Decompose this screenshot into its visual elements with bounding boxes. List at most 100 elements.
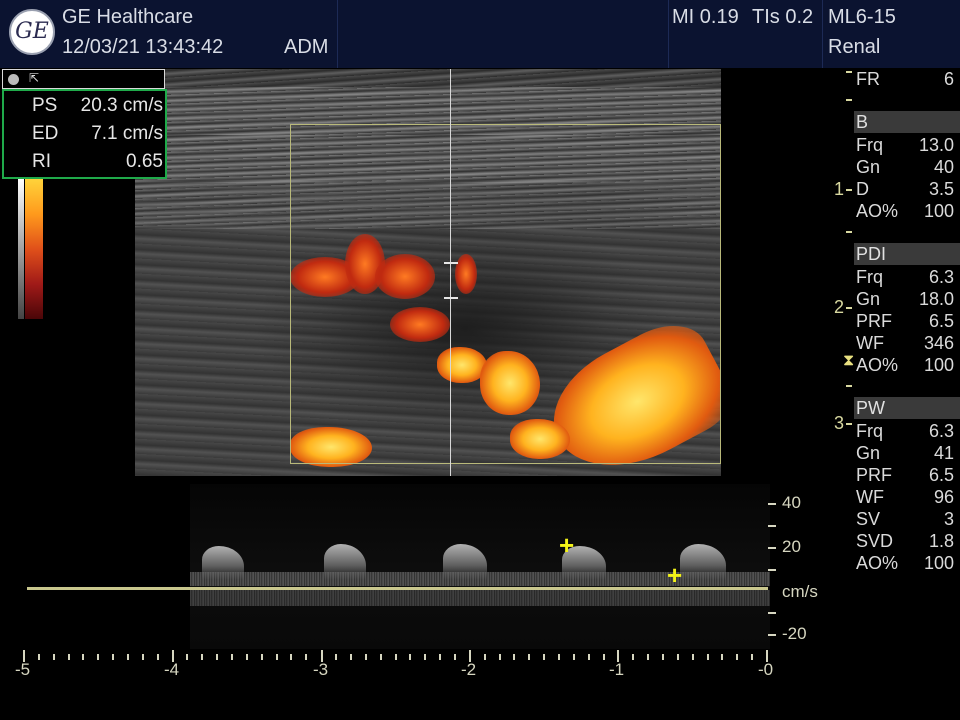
time-minor-tick xyxy=(394,654,397,660)
section-pw-header: PW xyxy=(854,397,960,419)
probe-name: ML6-15 xyxy=(828,6,896,28)
systolic-peak xyxy=(680,544,726,580)
ri-value: 0.65 xyxy=(126,151,163,172)
time-minor-tick xyxy=(127,654,130,660)
sample-gate-bottom[interactable] xyxy=(444,297,458,299)
color-roi-box[interactable] xyxy=(290,124,721,464)
time-minor-tick xyxy=(736,654,739,660)
time-minor-tick xyxy=(97,654,100,660)
systolic-peak xyxy=(324,544,366,580)
preset-name: Renal xyxy=(828,36,881,58)
time-minor-tick xyxy=(543,654,546,660)
depth-mark-1: 1 xyxy=(834,179,845,199)
spectral-baseline xyxy=(27,587,768,590)
time-minor-tick xyxy=(141,654,144,660)
time-minor-tick xyxy=(364,654,367,660)
depth-tick xyxy=(846,99,852,101)
time-minor-tick xyxy=(349,654,352,660)
depth-tick xyxy=(846,385,852,387)
time-minor-tick xyxy=(260,654,263,660)
time-minor-tick xyxy=(245,654,248,660)
time-minor-tick xyxy=(513,654,516,660)
velocity-tick xyxy=(768,503,776,505)
measurement-results: PS 20.3 cm/s ED 7.1 cm/s RI 0.65 xyxy=(2,89,167,179)
ps-caliper[interactable]: + xyxy=(559,532,574,558)
velocity-tick xyxy=(768,547,776,549)
time-label: -3 xyxy=(313,660,329,679)
time-minor-tick xyxy=(424,654,427,660)
depth-tick xyxy=(846,231,852,233)
fr-label: FR xyxy=(856,69,880,89)
ed-value: 7.1 cm/s xyxy=(91,123,163,144)
depth-tick xyxy=(846,307,852,309)
velocity-tick xyxy=(768,634,776,636)
header-divider xyxy=(822,0,823,68)
time-minor-tick xyxy=(647,654,650,660)
fr-value: 6 xyxy=(943,69,954,89)
time-minor-tick xyxy=(706,654,709,660)
header-bar: GE GE Healthcare 12/03/21 13:43:42 ADM M… xyxy=(0,0,960,68)
time-minor-tick xyxy=(483,654,486,660)
time-minor-tick xyxy=(201,654,204,660)
time-minor-tick xyxy=(587,654,590,660)
spectral-doppler-trace[interactable] xyxy=(190,484,770,649)
section-pdi-header: PDI xyxy=(854,243,960,265)
velocity-label-neg20: -20 xyxy=(782,624,807,643)
ps-label: PS xyxy=(32,95,58,116)
depth-tick xyxy=(846,423,852,425)
time-label: -4 xyxy=(164,660,180,679)
time-minor-tick xyxy=(275,654,278,660)
measurement-toolbar: ⇱ xyxy=(2,69,165,89)
time-minor-tick xyxy=(379,654,382,660)
mechanical-index: MI 0.19 xyxy=(672,6,739,28)
time-minor-tick xyxy=(290,654,293,660)
time-label: -0 xyxy=(758,660,774,679)
time-minor-tick xyxy=(751,654,754,660)
header-divider xyxy=(337,0,338,68)
power-doppler-colorbar xyxy=(25,179,43,319)
doppler-cursor-line[interactable] xyxy=(450,69,451,476)
time-label: -2 xyxy=(461,660,477,679)
exam-datetime: 12/03/21 13:43:42 xyxy=(62,36,224,58)
time-minor-tick xyxy=(335,654,338,660)
time-minor-tick xyxy=(528,654,531,660)
grayscale-bar xyxy=(18,179,24,319)
measurement-panel: ⇱ PS 20.3 cm/s ED 7.1 cm/s RI 0.65 xyxy=(2,69,167,179)
time-minor-tick xyxy=(676,654,679,660)
time-minor-tick xyxy=(572,654,575,660)
ri-label: RI xyxy=(32,151,51,172)
ed-label: ED xyxy=(32,123,59,144)
pointer-icon: ⇱ xyxy=(29,71,40,85)
time-minor-tick xyxy=(67,654,70,660)
ge-logo: GE xyxy=(9,9,55,55)
velocity-label-40: 40 xyxy=(782,493,801,512)
time-minor-tick xyxy=(557,654,560,660)
velocity-tick xyxy=(768,612,776,614)
velocity-tick xyxy=(768,525,776,527)
time-minor-tick xyxy=(409,654,412,660)
ed-caliper[interactable]: + xyxy=(667,562,682,588)
time-label: -1 xyxy=(609,660,625,679)
velocity-label-20: 20 xyxy=(782,537,801,556)
time-minor-tick xyxy=(602,654,605,660)
sample-gate-top[interactable] xyxy=(444,262,458,264)
record-icon xyxy=(8,74,19,85)
time-minor-tick xyxy=(691,654,694,660)
thermal-index: TIs 0.2 xyxy=(752,6,814,28)
time-minor-tick xyxy=(721,654,724,660)
ps-value: 20.3 cm/s xyxy=(80,95,163,116)
time-minor-tick xyxy=(231,654,234,660)
logo-text: GE xyxy=(15,19,49,44)
depth-tick xyxy=(846,71,852,73)
depth-mark-3: 3 xyxy=(834,413,845,433)
time-minor-tick xyxy=(112,654,115,660)
section-b-header: B xyxy=(854,111,960,133)
systolic-peak xyxy=(443,544,487,580)
time-minor-tick xyxy=(632,654,635,660)
operator-id: ADM xyxy=(284,36,329,58)
time-minor-tick xyxy=(82,654,85,660)
hourglass-icon: ⧗ xyxy=(843,352,855,369)
time-minor-tick xyxy=(305,654,308,660)
time-minor-tick xyxy=(52,654,55,660)
velocity-tick xyxy=(768,569,776,571)
